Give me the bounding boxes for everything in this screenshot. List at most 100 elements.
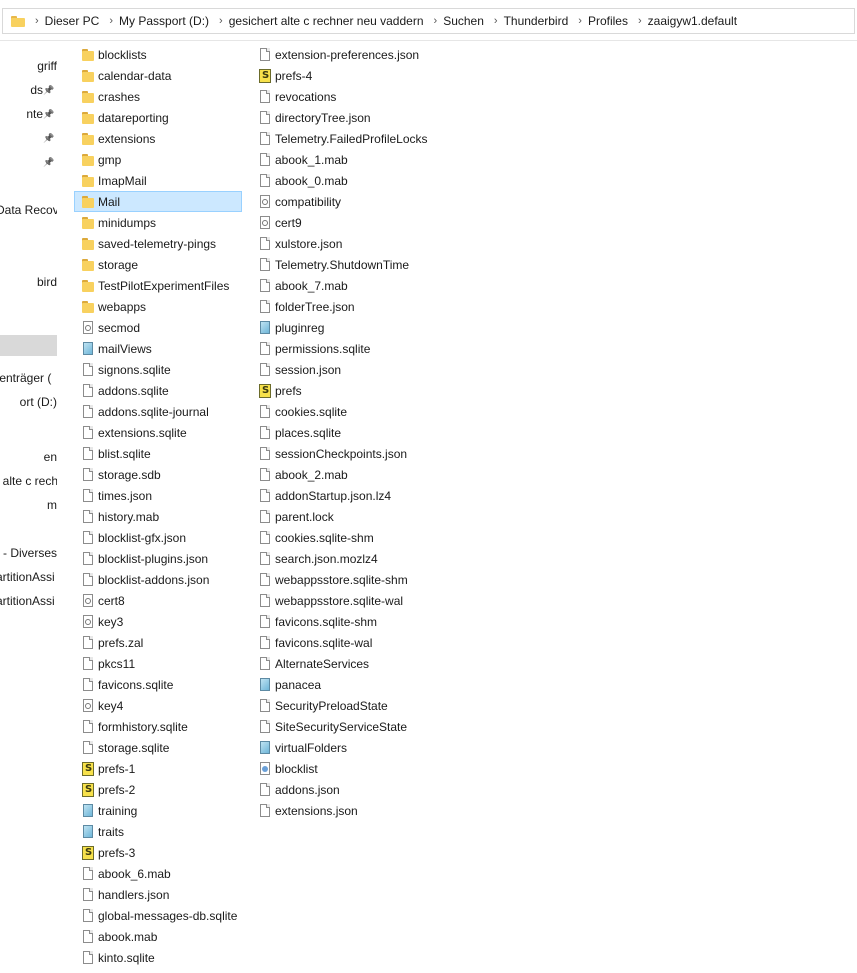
breadcrumb-item[interactable]: Dieser PC [45,14,100,28]
file-item[interactable]: favicons.sqlite [74,674,242,695]
file-item[interactable]: key3 [74,611,242,632]
nav-item[interactable]: 📌 [0,152,57,173]
breadcrumb-item[interactable]: Suchen [443,14,484,28]
file-item[interactable]: secmod [74,317,242,338]
file-item[interactable]: SecurityPreloadState [251,695,491,716]
breadcrumb-item[interactable]: My Passport (D:) [119,14,209,28]
file-item[interactable]: compatibility [251,191,491,212]
file-item[interactable]: blocklists [74,44,242,65]
file-item[interactable]: training [74,800,242,821]
file-item[interactable]: addonStartup.json.lz4 [251,485,491,506]
file-item[interactable]: pkcs11 [74,653,242,674]
file-item[interactable]: saved-telemetry-pings [74,233,242,254]
file-item[interactable]: search.json.mozlz4 [251,548,491,569]
chevron-right-icon[interactable]: › [578,15,582,27]
breadcrumb-item[interactable]: zaaigyw1.default [648,14,737,28]
file-item[interactable]: addons.json [251,779,491,800]
file-item[interactable]: ImapMail [74,170,242,191]
file-item[interactable]: gmp [74,149,242,170]
file-item[interactable]: addons.sqlite-journal [74,401,242,422]
file-item[interactable]: AlternateServices [251,653,491,674]
file-item[interactable]: pluginreg [251,317,491,338]
file-item[interactable]: Mail [74,191,242,212]
file-item[interactable]: kinto.sqlite [74,947,242,968]
chevron-right-icon[interactable]: › [35,15,39,27]
nav-item[interactable]: t alte c rech [0,471,57,492]
file-item[interactable]: signons.sqlite [74,359,242,380]
file-item[interactable]: abook_7.mab [251,275,491,296]
nav-item[interactable]: tenträger ( [0,368,57,389]
file-item[interactable]: session.json [251,359,491,380]
file-item[interactable]: minidumps [74,212,242,233]
nav-item[interactable]: artitionAssi [0,591,57,612]
file-item[interactable]: addons.sqlite [74,380,242,401]
nav-item[interactable]: - Diverses [0,543,57,564]
file-item[interactable]: times.json [74,485,242,506]
file-item[interactable]: calendar-data [74,65,242,86]
file-item[interactable]: abook_1.mab [251,149,491,170]
file-item[interactable]: favicons.sqlite-wal [251,632,491,653]
file-item[interactable]: blocklist-plugins.json [74,548,242,569]
file-item[interactable]: crashes [74,86,242,107]
file-item[interactable]: key4 [74,695,242,716]
file-item[interactable]: abook_2.mab [251,464,491,485]
chevron-right-icon[interactable]: › [494,15,498,27]
file-item[interactable]: storage.sqlite [74,737,242,758]
file-item[interactable]: xulstore.json [251,233,491,254]
file-item[interactable]: formhistory.sqlite [74,716,242,737]
file-item[interactable]: extensions.json [251,800,491,821]
pin-icon[interactable]: 📌 [43,128,54,149]
file-item[interactable]: prefs-4 [251,65,491,86]
file-item[interactable]: abook_0.mab [251,170,491,191]
file-item[interactable]: extensions [74,128,242,149]
file-item[interactable]: webappsstore.sqlite-shm [251,569,491,590]
file-item[interactable]: cookies.sqlite [251,401,491,422]
nav-item[interactable]: ds 📌 [0,80,57,101]
breadcrumb-item[interactable]: Profiles [588,14,628,28]
nav-item[interactable]: ort (D:) [0,392,57,413]
file-item[interactable]: storage.sdb [74,464,242,485]
file-item[interactable]: revocations [251,86,491,107]
file-item[interactable]: Telemetry.FailedProfileLocks [251,128,491,149]
file-item[interactable]: favicons.sqlite-shm [251,611,491,632]
nav-item[interactable]: en [0,447,57,468]
file-item[interactable]: places.sqlite [251,422,491,443]
file-item[interactable]: parent.lock [251,506,491,527]
file-item[interactable]: history.mab [74,506,242,527]
nav-item[interactable]: artitionAssi [0,567,57,588]
file-item[interactable]: panacea [251,674,491,695]
file-item[interactable]: handlers.json [74,884,242,905]
breadcrumb-item[interactable]: Thunderbird [504,14,569,28]
nav-item[interactable]: 📌 [0,128,57,149]
file-item[interactable]: prefs [251,380,491,401]
address-bar-field[interactable]: › Dieser PC › My Passport (D:) › gesichert al… [2,8,855,34]
nav-item[interactable]: Data Recove [0,200,57,221]
file-item[interactable]: TestPilotExperimentFiles [74,275,242,296]
file-item[interactable]: extensions.sqlite [74,422,242,443]
file-item[interactable]: folderTree.json [251,296,491,317]
file-item[interactable]: abook.mab [74,926,242,947]
file-item[interactable]: directoryTree.json [251,107,491,128]
file-item[interactable]: permissions.sqlite [251,338,491,359]
chevron-right-icon[interactable]: › [219,15,223,27]
file-item[interactable]: prefs-2 [74,779,242,800]
file-item[interactable]: cookies.sqlite-shm [251,527,491,548]
file-item[interactable]: prefs-1 [74,758,242,779]
file-item[interactable]: traits [74,821,242,842]
file-item[interactable]: extension-preferences.json [251,44,491,65]
file-item[interactable]: webappsstore.sqlite-wal [251,590,491,611]
file-item[interactable]: blocklist [251,758,491,779]
file-item[interactable]: global-messages-db.sqlite [74,905,242,926]
file-item[interactable]: sessionCheckpoints.json [251,443,491,464]
nav-item[interactable]: m [0,495,57,516]
file-item[interactable]: prefs.zal [74,632,242,653]
pin-icon[interactable]: 📌 [43,152,54,173]
chevron-right-icon[interactable]: › [109,15,113,27]
file-item[interactable]: storage [74,254,242,275]
file-item[interactable]: abook_6.mab [74,863,242,884]
file-item[interactable]: webapps [74,296,242,317]
chevron-right-icon[interactable]: › [638,15,642,27]
file-item[interactable]: Telemetry.ShutdownTime [251,254,491,275]
file-item[interactable]: blist.sqlite [74,443,242,464]
file-item[interactable]: mailViews [74,338,242,359]
